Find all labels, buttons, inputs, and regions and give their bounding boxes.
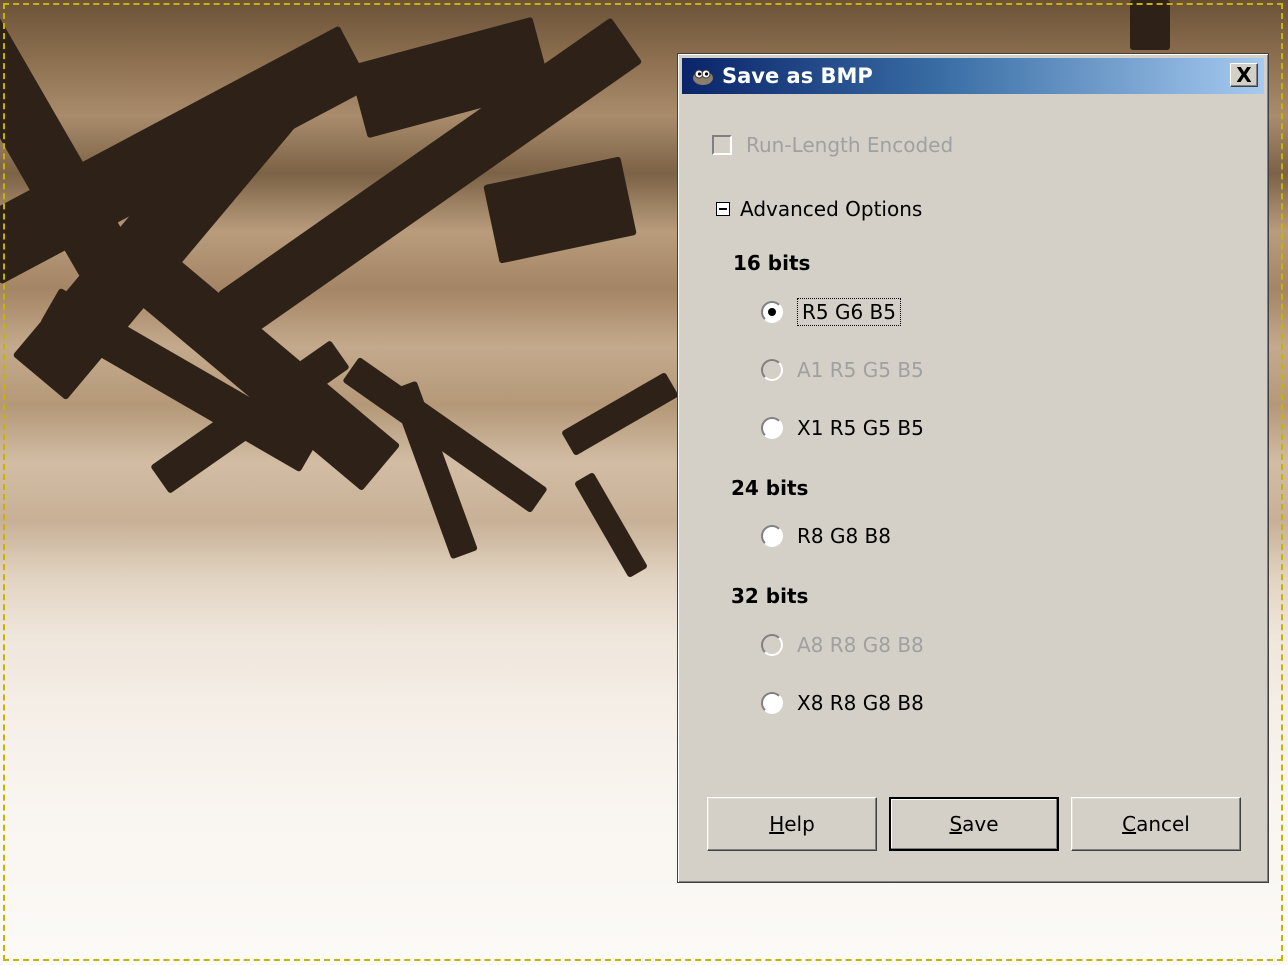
- radio-button[interactable]: [761, 692, 783, 714]
- advanced-options-label: Advanced Options: [740, 197, 923, 221]
- save-label: ave: [962, 812, 999, 836]
- rle-checkbox-row[interactable]: Run-Length Encoded: [712, 133, 953, 157]
- radio-r5g6b5[interactable]: R5 G6 B5: [761, 298, 902, 326]
- group-heading-32-bits: 32 bits: [731, 584, 809, 608]
- rle-checkbox[interactable]: [712, 135, 732, 155]
- cancel-mnemonic: C: [1122, 812, 1137, 836]
- radio-button[interactable]: [761, 359, 783, 381]
- radio-label: X1 R5 G5 B5: [797, 416, 924, 440]
- photo-shape: [1130, 0, 1170, 50]
- radio-x8r8g8b8[interactable]: X8 R8 G8 B8: [761, 691, 924, 715]
- radio-x1r5g5b5[interactable]: X1 R5 G5 B5: [761, 416, 924, 440]
- title-bar[interactable]: Save as BMP X: [682, 58, 1264, 94]
- group-heading-24-bits: 24 bits: [731, 476, 809, 500]
- close-x-icon: X: [1236, 63, 1252, 87]
- advanced-options-expander[interactable]: Advanced Options: [716, 197, 922, 221]
- rle-checkbox-label: Run-Length Encoded: [746, 133, 954, 157]
- cancel-button[interactable]: Cancel: [1071, 797, 1241, 851]
- cancel-label: ancel: [1136, 812, 1190, 836]
- radio-label: A1 R5 G5 B5: [797, 358, 924, 382]
- dialog-title: Save as BMP: [722, 64, 873, 88]
- radio-button[interactable]: [761, 525, 783, 547]
- help-button[interactable]: Help: [707, 797, 877, 851]
- save-button[interactable]: Save: [889, 797, 1059, 851]
- radio-label: X8 R8 G8 B8: [797, 691, 924, 715]
- gimp-wilber-icon: [690, 65, 716, 87]
- radio-r8g8b8[interactable]: R8 G8 B8: [761, 524, 891, 548]
- radio-button[interactable]: [761, 417, 783, 439]
- save-as-bmp-dialog: Save as BMP X: [677, 53, 1269, 883]
- photo-shape: [561, 371, 679, 457]
- photo-shape: [573, 471, 649, 579]
- save-mnemonic: S: [949, 812, 963, 836]
- radio-button[interactable]: [761, 634, 783, 656]
- photo-shape: [390, 380, 478, 560]
- photo-shape: [483, 156, 637, 264]
- radio-button[interactable]: [761, 301, 783, 323]
- radio-label: R5 G6 B5: [797, 298, 902, 326]
- radio-a8r8g8b8[interactable]: A8 R8 G8 B8: [761, 633, 924, 657]
- radio-a1r5g5b5[interactable]: A1 R5 G5 B5: [761, 358, 924, 382]
- radio-label: R8 G8 B8: [797, 524, 892, 548]
- group-heading-16-bits: 16 bits: [733, 251, 811, 275]
- close-button[interactable]: X: [1230, 63, 1258, 87]
- collapse-icon[interactable]: [716, 202, 730, 216]
- help-mnemonic: H: [769, 812, 785, 836]
- help-label: elp: [784, 812, 815, 836]
- radio-label: A8 R8 G8 B8: [797, 633, 924, 657]
